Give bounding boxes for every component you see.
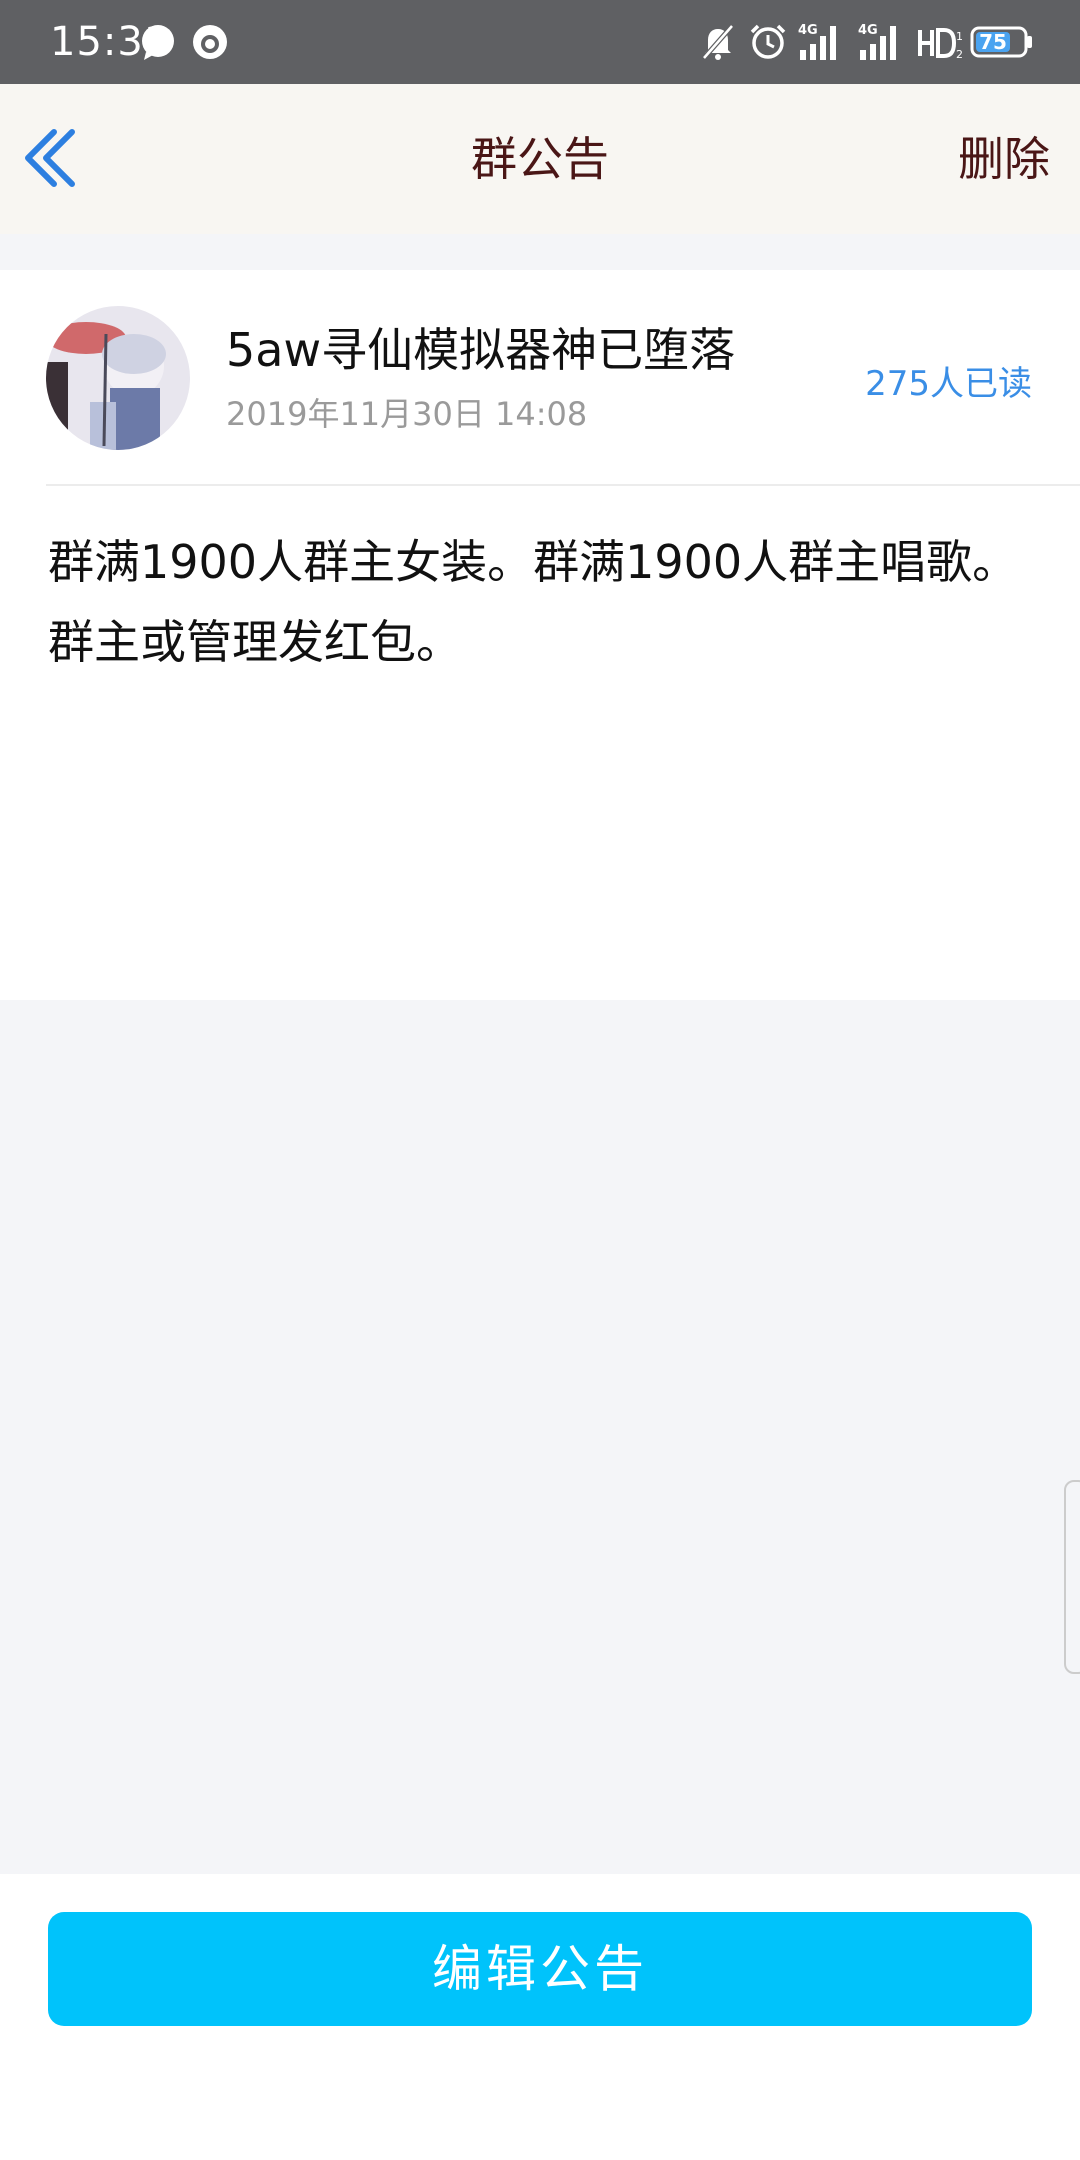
svg-text:4G: 4G bbox=[858, 23, 878, 38]
double-chevron-left-icon bbox=[25, 129, 75, 187]
app-notification-icon bbox=[193, 25, 227, 59]
alarm-clock-icon bbox=[750, 24, 786, 59]
app-header: 群公告 删除 bbox=[0, 84, 1080, 234]
battery-icon: 75 bbox=[970, 26, 1032, 58]
back-button[interactable] bbox=[20, 126, 84, 190]
hd-volte-icon: 1 2 bbox=[918, 28, 963, 61]
muted-bell-icon bbox=[702, 24, 734, 60]
edit-notice-button[interactable]: 编辑公告 bbox=[48, 1912, 1032, 2026]
scroll-handle[interactable] bbox=[1064, 1480, 1080, 1674]
delete-button[interactable]: 删除 bbox=[958, 84, 1050, 234]
status-bar: 15:31 4G 4G 1 2 75 bbox=[0, 0, 1080, 84]
svg-text:4G: 4G bbox=[798, 23, 818, 38]
avatar[interactable] bbox=[46, 306, 190, 450]
read-count-link[interactable]: 275人已读 bbox=[865, 362, 1032, 406]
author-name: 5aw寻仙模拟器神已堕落 bbox=[226, 323, 736, 377]
svg-text:75: 75 bbox=[979, 30, 1007, 54]
svg-text:2: 2 bbox=[956, 48, 963, 61]
svg-text:1: 1 bbox=[956, 30, 963, 43]
post-timestamp: 2019年11月30日 14:08 bbox=[226, 395, 588, 433]
avatar-image bbox=[46, 306, 190, 450]
divider bbox=[46, 484, 1080, 486]
notice-content: 群满1900人群主女装。群满1900人群主唱歌。群主或管理发红包。 bbox=[48, 535, 1019, 669]
bottom-bar: 编辑公告 bbox=[0, 1874, 1080, 2160]
notice-card: 5aw寻仙模拟器神已堕落 2019年11月30日 14:08 275人已读 群满… bbox=[0, 270, 1080, 1000]
signal-4g-icon: 4G bbox=[798, 23, 836, 60]
page-title: 群公告 bbox=[471, 132, 609, 186]
signal-4g-icon: 4G bbox=[858, 23, 896, 60]
message-bubble-icon bbox=[142, 25, 174, 60]
